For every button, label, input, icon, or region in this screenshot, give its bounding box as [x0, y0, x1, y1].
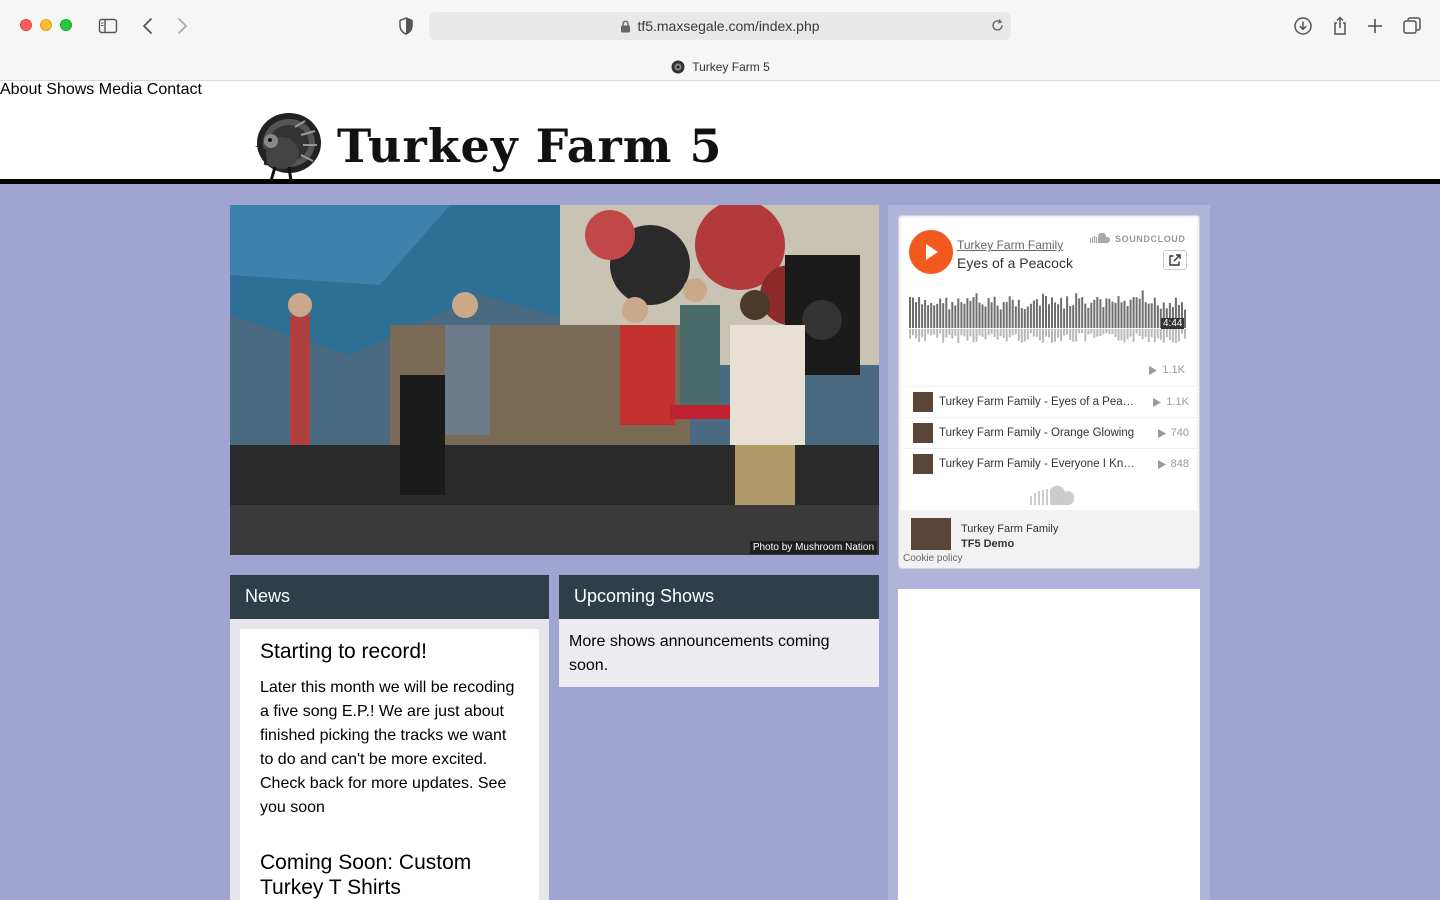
- band-hero-photo: Photo by Mushroom Nation: [230, 205, 879, 555]
- new-tab-icon[interactable]: [1363, 14, 1387, 38]
- soundcloud-player: Turkey Farm Family Eyes of a Peacock SOU…: [898, 215, 1200, 569]
- downloads-icon[interactable]: [1291, 14, 1315, 38]
- share-icon: [1169, 254, 1181, 266]
- soundcloud-brand[interactable]: SOUNDCLOUD: [1089, 233, 1186, 244]
- shows-message: More shows announcements coming soon.: [559, 619, 879, 687]
- waveform[interactable]: [909, 288, 1187, 348]
- playlist-artist: Turkey Farm Family: [961, 523, 1059, 535]
- track-artwork: [913, 392, 933, 412]
- turkey-favicon-icon: [670, 59, 686, 75]
- track-list-item[interactable]: Turkey Farm Family - Everyone I Know 848: [903, 448, 1199, 479]
- site-header: Turkey Farm 5 About Shows Media Contact: [0, 81, 1440, 184]
- play-count-icon: [1157, 459, 1166, 469]
- soundcloud-track-title[interactable]: Eyes of a Peacock: [957, 255, 1073, 271]
- track-play-count: 1.1K: [1149, 364, 1185, 376]
- play-count-icon: [1149, 365, 1158, 375]
- play-count-icon: [1153, 397, 1162, 407]
- sidebar-blank-box: [898, 589, 1200, 900]
- main-nav: About Shows Media Contact: [0, 81, 1440, 99]
- close-window-button[interactable]: [20, 19, 32, 31]
- play-button[interactable]: [909, 230, 953, 274]
- cookie-policy-link[interactable]: Cookie policy: [903, 553, 962, 564]
- zoom-window-button[interactable]: [60, 19, 72, 31]
- share-button[interactable]: [1163, 250, 1187, 270]
- track-plays: 848: [1148, 458, 1189, 470]
- lock-icon: [620, 20, 631, 33]
- site-logo-text[interactable]: Turkey Farm 5: [337, 119, 722, 173]
- track-name: Turkey Farm Family - Everyone I Know: [939, 458, 1135, 470]
- nav-contact[interactable]: Contact: [147, 81, 202, 98]
- play-count-icon: [1157, 428, 1166, 438]
- browser-toolbar: tf5.maxsegale.com/index.php Turkey Farm …: [0, 0, 1440, 81]
- forward-icon[interactable]: [170, 14, 194, 38]
- url-text: tf5.maxsegale.com/index.php: [637, 18, 820, 34]
- tab-active[interactable]: Turkey Farm 5: [0, 53, 1440, 81]
- track-duration: 4:44: [1161, 318, 1185, 329]
- news-post-body: Later this month we will be recoding a f…: [260, 679, 515, 816]
- shows-heading: Upcoming Shows: [559, 575, 879, 619]
- news-post-title: Coming Soon: Custom Turkey T Shirts: [260, 851, 472, 899]
- playlist-title: TF5 Demo: [961, 538, 1015, 550]
- tab-overview-icon[interactable]: [1400, 14, 1424, 38]
- minimize-window-button[interactable]: [40, 19, 52, 31]
- soundcloud-artist-link[interactable]: Turkey Farm Family: [957, 238, 1063, 252]
- turkey-logo-icon[interactable]: [245, 109, 325, 183]
- playlist-artwork: [911, 518, 951, 550]
- soundcloud-main: Turkey Farm Family Eyes of a Peacock SOU…: [901, 218, 1199, 511]
- address-bar[interactable]: tf5.maxsegale.com/index.php: [429, 12, 1011, 40]
- photo-credit: Photo by Mushroom Nation: [749, 541, 877, 554]
- share-icon[interactable]: [1328, 14, 1352, 38]
- track-plays: 740: [1148, 427, 1189, 439]
- track-artwork: [913, 454, 933, 474]
- track-plays-text: 848: [1170, 458, 1189, 470]
- soundcloud-logo-icon: [1090, 233, 1111, 243]
- nav-shows[interactable]: Shows: [46, 81, 94, 98]
- main-content: Photo by Mushroom Nation News Starting t…: [230, 205, 1210, 900]
- news-heading: News: [230, 575, 549, 619]
- track-name: Turkey Farm Family - Orange Glowing: [939, 427, 1135, 439]
- track-list: Turkey Farm Family - Eyes of a Peacock 1…: [903, 386, 1199, 479]
- soundcloud-brand-text: SOUNDCLOUD: [1115, 233, 1186, 244]
- news-post-title: Starting to record!: [260, 640, 427, 663]
- sidebar: Turkey Farm Family Eyes of a Peacock SOU…: [888, 205, 1210, 900]
- reload-icon[interactable]: [990, 18, 1005, 33]
- track-plays-text: 1.1K: [1166, 396, 1189, 408]
- track-list-item[interactable]: Turkey Farm Family - Orange Glowing 740: [903, 417, 1199, 448]
- nav-about[interactable]: About: [0, 81, 42, 98]
- track-artwork: [913, 423, 933, 443]
- tab-title: Turkey Farm 5: [692, 60, 770, 74]
- play-icon: [926, 244, 938, 260]
- play-count-text: 1.1K: [1162, 364, 1185, 376]
- soundcloud-cloud-icon[interactable]: [1028, 484, 1076, 511]
- track-plays: 1.1K: [1143, 396, 1189, 408]
- track-list-item[interactable]: Turkey Farm Family - Eyes of a Peacock 1…: [903, 386, 1199, 417]
- track-plays-text: 740: [1170, 427, 1189, 439]
- sidebar-toggle-icon[interactable]: [96, 14, 120, 38]
- track-name: Turkey Farm Family - Eyes of a Peacock: [939, 396, 1135, 408]
- privacy-shield-icon[interactable]: [394, 14, 418, 38]
- back-icon[interactable]: [136, 14, 160, 38]
- nav-media[interactable]: Media: [99, 81, 143, 98]
- playlist-footer[interactable]: Turkey Farm Family TF5 Demo: [901, 512, 1197, 552]
- news-list: Starting to record! Later this month we …: [240, 629, 539, 900]
